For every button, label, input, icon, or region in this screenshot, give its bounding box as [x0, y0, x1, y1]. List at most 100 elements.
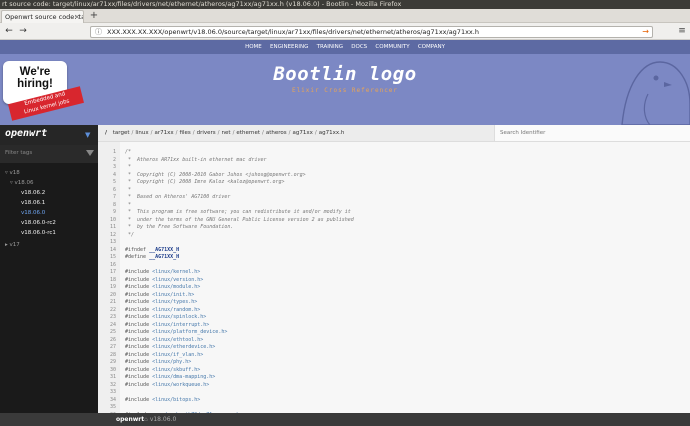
site-logo[interactable]: Bootlin logo — [0, 63, 690, 85]
line-number[interactable]: 11 — [98, 224, 116, 232]
line-number[interactable]: 28 — [98, 352, 116, 360]
url-bar[interactable]: ⓘ XXX.XXX.XX.XXX/openwrt/v18.06.0/source… — [90, 26, 653, 38]
line-number[interactable]: 23 — [98, 314, 116, 322]
line-number[interactable]: 22 — [98, 307, 116, 315]
menu-button[interactable]: ≡ — [676, 26, 688, 37]
line-number[interactable]: 31 — [98, 374, 116, 382]
include-path[interactable]: <linux/etherdevice.h> — [152, 344, 215, 350]
search-identifier-input[interactable]: Search Identifier — [494, 125, 690, 142]
line-number[interactable]: 21 — [98, 299, 116, 307]
identifier-link[interactable]: __AG71XX_H — [149, 247, 179, 253]
tag-group-v18-06[interactable]: ▿ v18.06 — [10, 180, 34, 186]
tag-item[interactable]: v18.06.2 — [21, 190, 45, 196]
line-number[interactable]: 15 — [98, 254, 116, 262]
include-path[interactable]: <linux/init.h> — [152, 292, 194, 298]
line-number[interactable]: 9 — [98, 209, 116, 217]
tag-item[interactable]: v18.06.0-rc1 — [21, 230, 56, 236]
code-text: #include <linux/workqueue.h> — [125, 382, 209, 390]
tag-item[interactable]: v18.06.1 — [21, 200, 45, 206]
include-path[interactable]: <linux/ethtool.h> — [152, 337, 203, 343]
breadcrumb-item[interactable]: ethernet — [236, 130, 260, 136]
include-path[interactable]: <linux/workqueue.h> — [152, 382, 209, 388]
line-number[interactable]: 33 — [98, 389, 116, 397]
nav-link-training[interactable]: TRAINING — [317, 40, 343, 54]
include-path[interactable]: <linux/skbuff.h> — [152, 367, 200, 373]
back-button[interactable]: ← — [3, 26, 15, 37]
line-number[interactable]: 32 — [98, 382, 116, 390]
line-number[interactable]: 19 — [98, 284, 116, 292]
line-number[interactable]: 13 — [98, 239, 116, 247]
line-number[interactable]: 27 — [98, 344, 116, 352]
identifier-link[interactable]: __AG71XX_H — [149, 254, 179, 260]
filter-tags-input[interactable]: Filter tags — [5, 150, 32, 156]
tab-close-icon[interactable]: × — [74, 11, 80, 23]
line-number[interactable]: 14 — [98, 247, 116, 255]
tag-item-active[interactable]: v18.06.0 — [21, 210, 45, 216]
breadcrumb-item[interactable]: drivers — [197, 130, 216, 136]
caret-down-icon[interactable]: ▼ — [85, 131, 90, 139]
include-path[interactable]: <linux/phy.h> — [152, 359, 191, 365]
include-path[interactable]: <linux/module.h> — [152, 284, 200, 290]
line-number[interactable]: 20 — [98, 292, 116, 300]
breadcrumb-root[interactable]: / — [105, 130, 107, 136]
nav-link-community[interactable]: COMMUNITY — [375, 40, 409, 54]
line-number[interactable]: 24 — [98, 322, 116, 330]
breadcrumb-item[interactable]: atheros — [266, 130, 287, 136]
line-number[interactable]: 10 — [98, 217, 116, 225]
include-path[interactable]: <linux/random.h> — [152, 307, 200, 313]
include-path[interactable]: <linux/version.h> — [152, 277, 203, 283]
include-path[interactable]: <linux/platform_device.h> — [152, 329, 227, 335]
line-number[interactable]: 6 — [98, 187, 116, 195]
line-number[interactable]: 34 — [98, 397, 116, 405]
line-number[interactable]: 7 — [98, 194, 116, 202]
line-number[interactable]: 26 — [98, 337, 116, 345]
browser-tab[interactable]: Openwrt source code: targ × — [1, 10, 84, 23]
breadcrumb-item[interactable]: ag71xx.h — [319, 130, 345, 136]
nav-link-docs[interactable]: DOCS — [351, 40, 367, 54]
include-path[interactable]: <linux/if_vlan.h> — [152, 352, 203, 358]
line-number[interactable]: 16 — [98, 262, 116, 270]
line-number[interactable]: 29 — [98, 359, 116, 367]
site-info-icon[interactable]: ⓘ — [95, 27, 102, 37]
line-number[interactable]: 4 — [98, 172, 116, 180]
tag-filter[interactable]: Filter tags — [0, 145, 98, 163]
new-tab-button[interactable]: + — [88, 9, 100, 22]
url-text[interactable]: XXX.XXX.XX.XXX/openwrt/v18.06.0/source/t… — [107, 28, 479, 36]
nav-link-home[interactable]: HOME — [245, 40, 262, 54]
line-number[interactable]: 18 — [98, 277, 116, 285]
include-path[interactable]: <linux/interrupt.h> — [152, 322, 209, 328]
go-arrow-icon[interactable]: → — [642, 27, 649, 37]
line-number[interactable]: 25 — [98, 329, 116, 337]
line-number[interactable]: 1 — [98, 149, 116, 157]
forward-button[interactable]: → — [17, 26, 29, 37]
line-number[interactable]: 17 — [98, 269, 116, 277]
line-number[interactable]: 5 — [98, 179, 116, 187]
include-path[interactable]: <linux/bitops.h> — [152, 397, 200, 403]
nav-link-engineering[interactable]: ENGINEERING — [270, 40, 308, 54]
breadcrumb-item[interactable]: files — [180, 130, 191, 136]
line-number[interactable]: 2 — [98, 157, 116, 165]
breadcrumb-item[interactable]: linux — [135, 130, 148, 136]
line-number[interactable]: 3 — [98, 164, 116, 172]
code-text: #include <linux/if_vlan.h> — [125, 352, 203, 360]
tag-group-v18[interactable]: ▿ v18 — [5, 170, 20, 176]
include-path[interactable]: <linux/spinlock.h> — [152, 314, 206, 320]
breadcrumb-item[interactable]: ar71xx — [155, 130, 174, 136]
filter-funnel-icon[interactable] — [86, 150, 94, 156]
line-number[interactable]: 30 — [98, 367, 116, 375]
include-path[interactable]: <linux/kernel.h> — [152, 269, 200, 275]
project-selector[interactable]: openwrt ▼ — [0, 125, 98, 145]
code-line: 16 — [98, 262, 688, 270]
breadcrumb-item[interactable]: net — [222, 130, 231, 136]
tag-item[interactable]: v18.06.0-rc2 — [21, 220, 56, 226]
include-path[interactable]: <linux/types.h> — [152, 299, 197, 305]
bottom-version-label: v18.06.0 — [149, 416, 177, 423]
tag-group-v17[interactable]: ▸ v17 — [5, 242, 20, 248]
nav-link-company[interactable]: COMPANY — [418, 40, 445, 54]
line-number[interactable]: 12 — [98, 232, 116, 240]
breadcrumb-item[interactable]: ag71xx — [293, 130, 313, 136]
breadcrumb-item[interactable]: target — [113, 130, 130, 136]
include-path[interactable]: <linux/dma-mapping.h> — [152, 374, 215, 380]
line-number[interactable]: 8 — [98, 202, 116, 210]
line-number[interactable]: 35 — [98, 404, 116, 412]
